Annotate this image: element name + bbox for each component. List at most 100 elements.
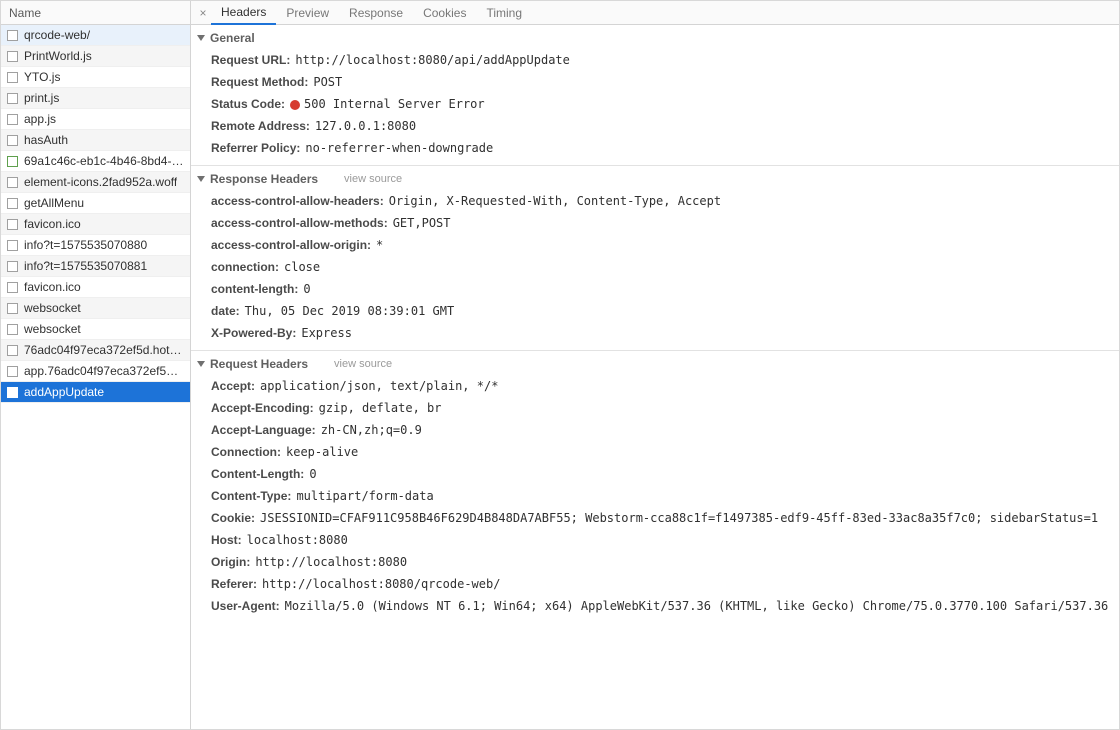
header-key: Accept-Encoding: (211, 399, 314, 417)
header-value: POST (313, 73, 342, 91)
header-value: Thu, 05 Dec 2019 08:39:01 GMT (245, 302, 455, 320)
request-item-label: app.76adc04f97eca372ef5d.… (24, 364, 184, 378)
request-item[interactable]: app.js (1, 109, 190, 130)
header-key: Accept-Language: (211, 421, 316, 439)
view-source-link[interactable]: view source (344, 173, 402, 185)
request-item[interactable]: 69a1c46c-eb1c-4b46-8bd4-… (1, 151, 190, 172)
header-row: Referer:http://localhost:8080/qrcode-web… (191, 573, 1119, 595)
caret-down-icon (197, 361, 205, 367)
header-key: connection: (211, 258, 279, 276)
header-key: User-Agent: (211, 597, 280, 615)
tab-cookies[interactable]: Cookies (413, 1, 476, 25)
header-row: Cookie: JSESSIONID=CFAF911C958B46F629D4B8… (191, 507, 1119, 529)
header-key: Content-Length: (211, 465, 304, 483)
request-item[interactable]: qrcode-web/ (1, 25, 190, 46)
request-item[interactable]: info?t=1575535070880 (1, 235, 190, 256)
header-row: access-control-allow-headers: Origin, X-R… (191, 190, 1119, 212)
request-item-label: favicon.ico (24, 217, 81, 231)
header-row: Origin:http://localhost:8080 (191, 551, 1119, 573)
tab-headers[interactable]: Headers (211, 1, 276, 25)
sidebar-header-name[interactable]: Name (1, 1, 190, 25)
header-key: Remote Address: (211, 117, 310, 135)
devtools-network-panel: Name qrcode-web/PrintWorld.js YTO.js print… (0, 0, 1120, 730)
header-row: access-control-allow-methods: GET,POST (191, 212, 1119, 234)
request-item-label: hasAuth (24, 133, 68, 147)
request-item[interactable]: websocket (1, 319, 190, 340)
request-item[interactable]: websocket (1, 298, 190, 319)
header-value: Origin, X-Requested-With, Content-Type, … (389, 192, 721, 210)
request-item-label: info?t=1575535070881 (24, 259, 147, 273)
header-row: Connection:keep-alive (191, 441, 1119, 463)
header-key: date: (211, 302, 240, 320)
section-title: Request Headers (210, 357, 308, 371)
request-item-label: PrintWorld.js (24, 49, 92, 63)
header-row: date: Thu, 05 Dec 2019 08:39:01 GMT (191, 300, 1119, 322)
request-item-label: app.js (24, 112, 56, 126)
header-row: Accept: application/json, text/plain, */* (191, 375, 1119, 397)
header-value: close (284, 258, 320, 276)
request-item[interactable]: element-icons.2fad952a.woff (1, 172, 190, 193)
section-header-request-headers[interactable]: Request Headers view source (191, 351, 1119, 375)
tab-preview[interactable]: Preview (276, 1, 339, 25)
request-item[interactable]: hasAuth (1, 130, 190, 151)
file-icon (7, 198, 18, 209)
header-key: Status Code: (211, 95, 285, 113)
header-key: Accept: (211, 377, 255, 395)
header-value: application/json, text/plain, */* (260, 377, 498, 395)
request-item[interactable]: favicon.ico (1, 277, 190, 298)
request-item[interactable]: PrintWorld.js (1, 46, 190, 67)
request-item[interactable]: addAppUpdate (1, 382, 190, 403)
header-row: Referrer Policy:no-referrer-when-downgra… (191, 137, 1119, 159)
tab-response[interactable]: Response (339, 1, 413, 25)
file-icon (7, 240, 18, 251)
file-icon (7, 366, 18, 377)
header-value: http://localhost:8080/qrcode-web/ (262, 575, 500, 593)
request-list: qrcode-web/PrintWorld.js YTO.js print.js ap… (1, 25, 190, 729)
header-value: * (376, 236, 383, 254)
header-key: Referrer Policy: (211, 139, 300, 157)
request-item-label: YTO.js (24, 70, 60, 84)
header-value: localhost:8080 (247, 531, 348, 549)
header-row: Accept-Language:zh-CN,zh;q=0.9 (191, 419, 1119, 441)
request-item[interactable]: print.js (1, 88, 190, 109)
header-key: access-control-allow-headers: (211, 192, 384, 210)
header-row: Request Method:POST (191, 71, 1119, 93)
file-icon (7, 261, 18, 272)
close-icon[interactable]: × (195, 6, 211, 20)
request-item[interactable]: YTO.js (1, 67, 190, 88)
file-icon (7, 387, 18, 398)
request-item[interactable]: favicon.ico (1, 214, 190, 235)
request-item[interactable]: getAllMenu (1, 193, 190, 214)
section-title: General (210, 31, 255, 45)
header-key: content-length: (211, 280, 298, 298)
header-row: Remote Address:127.0.0.1:8080 (191, 115, 1119, 137)
tab-timing[interactable]: Timing (476, 1, 532, 25)
header-row: Content-Type:multipart/form-data (191, 485, 1119, 507)
section-title: Response Headers (210, 172, 318, 186)
request-item-label: info?t=1575535070880 (24, 238, 147, 252)
header-value: gzip, deflate, br (319, 399, 442, 417)
tab-bar: × HeadersPreviewResponseCookiesTiming (191, 1, 1119, 25)
request-item[interactable]: app.76adc04f97eca372ef5d.… (1, 361, 190, 382)
header-key: access-control-allow-methods: (211, 214, 388, 232)
header-value: keep-alive (286, 443, 358, 461)
request-item[interactable]: info?t=1575535070881 (1, 256, 190, 277)
file-icon (7, 324, 18, 335)
header-key: Cookie: (211, 509, 255, 527)
view-source-link[interactable]: view source (334, 358, 392, 370)
request-item-label: element-icons.2fad952a.woff (24, 175, 177, 189)
header-key: X-Powered-By: (211, 324, 296, 342)
section-request-headers: Request Headers view source Accept: appli… (191, 351, 1119, 623)
header-row: connection: close (191, 256, 1119, 278)
file-icon (7, 72, 18, 83)
section-header-general[interactable]: General (191, 25, 1119, 49)
request-detail-panel: × HeadersPreviewResponseCookiesTiming Ge… (191, 1, 1119, 729)
request-item[interactable]: 76adc04f97eca372ef5d.hot-… (1, 340, 190, 361)
caret-down-icon (197, 176, 205, 182)
section-header-response-headers[interactable]: Response Headers view source (191, 166, 1119, 190)
header-value: 0 (303, 280, 310, 298)
file-icon (7, 177, 18, 188)
header-value: GET,POST (393, 214, 451, 232)
header-value: JSESSIONID=CFAF911C958B46F629D4B848DA7AB… (260, 509, 1098, 527)
file-icon (7, 303, 18, 314)
